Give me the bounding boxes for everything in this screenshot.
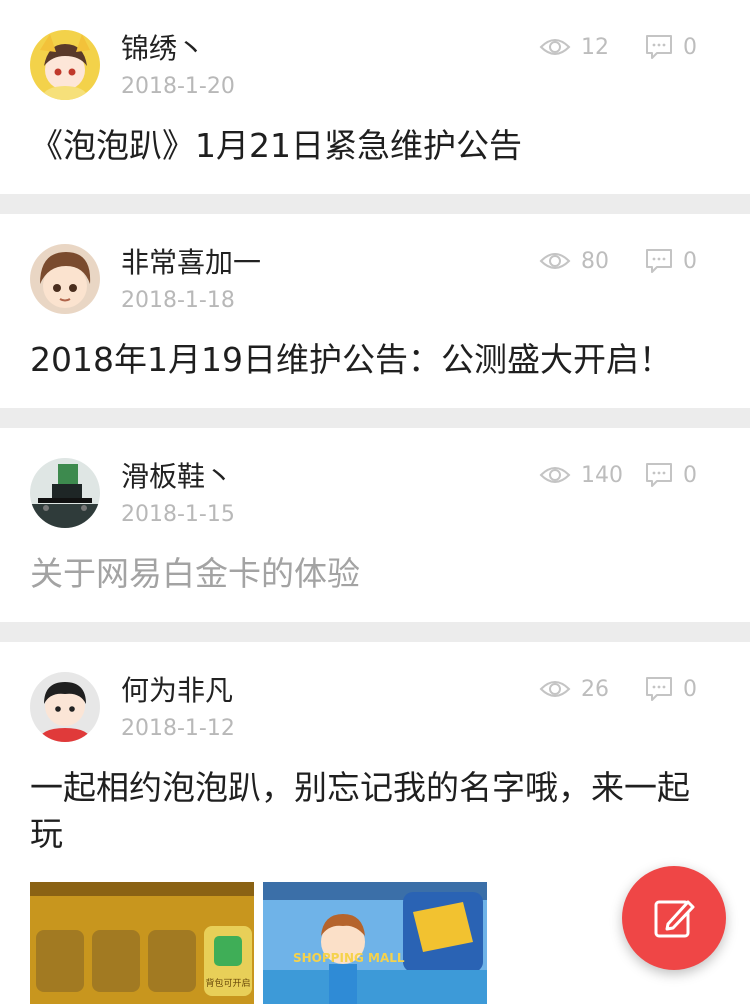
svg-text:背包可开启: 背包可开启: [205, 977, 250, 989]
post-title[interactable]: 关于网易白金卡的体验: [30, 551, 720, 597]
eye-icon: [539, 467, 571, 483]
post-date: 2018-1-20: [121, 74, 235, 99]
post-image-thumbnail[interactable]: 背包可开启: [30, 882, 254, 1004]
view-count: 80: [539, 246, 609, 276]
game-screenshot-bag-unlock: 背包可开启: [30, 882, 254, 1004]
svg-text:SHOPPING MALL: SHOPPING MALL: [293, 951, 405, 965]
post-title[interactable]: 一起相约泡泡趴，别忘记我的名字哦，来一起玩: [30, 765, 720, 857]
comment-count[interactable]: 0: [645, 32, 697, 62]
avatar[interactable]: [30, 30, 100, 100]
divider: [0, 194, 750, 214]
post-title[interactable]: 《泡泡趴》1月21日紧急维护公告: [30, 123, 720, 169]
edit-icon: [654, 900, 695, 938]
view-count: 26: [539, 674, 609, 704]
comment-count[interactable]: 0: [645, 246, 697, 276]
comment-count-value: 0: [683, 34, 697, 60]
view-count: 140: [539, 460, 623, 490]
divider: [0, 622, 750, 642]
post-card[interactable]: 锦绣丶 2018-1-20 12 0 《泡泡趴》1月21日紧急维护公告: [0, 0, 750, 194]
compose-button[interactable]: [622, 866, 726, 970]
post-list-page: 锦绣丶 2018-1-20 12 0 《泡泡趴》1月21日紧急维护公告 非常喜加…: [0, 0, 750, 1004]
avatar[interactable]: [30, 244, 100, 314]
post-image-thumbnail[interactable]: SHOPPING MALL: [263, 882, 487, 1004]
comment-icon: [646, 677, 672, 701]
view-count-value: 140: [581, 462, 623, 488]
view-count-value: 12: [581, 34, 609, 60]
comment-count[interactable]: 0: [645, 460, 697, 490]
comment-icon: [646, 463, 672, 487]
comment-icon: [646, 35, 672, 59]
post-date: 2018-1-18: [121, 288, 235, 313]
eye-icon: [539, 39, 571, 55]
post-card[interactable]: 滑板鞋丶 2018-1-15 140 0 关于网易白金卡的体验: [0, 428, 750, 622]
view-count-value: 26: [581, 676, 609, 702]
author-name[interactable]: 锦绣丶: [121, 32, 205, 66]
post-date: 2018-1-15: [121, 502, 235, 527]
author-name[interactable]: 滑板鞋丶: [121, 460, 233, 494]
divider: [0, 408, 750, 428]
game-screenshot-shopping-mall: SHOPPING MALL: [263, 882, 487, 1004]
post-card[interactable]: 非常喜加一 2018-1-18 80 0 2018年1月19日维护公告：公测盛大…: [0, 214, 750, 408]
author-name[interactable]: 非常喜加一: [121, 246, 261, 280]
comment-count-value: 0: [683, 676, 697, 702]
comment-count[interactable]: 0: [645, 674, 697, 704]
eye-icon: [539, 253, 571, 269]
avatar[interactable]: [30, 458, 100, 528]
comment-count-value: 0: [683, 462, 697, 488]
post-title[interactable]: 2018年1月19日维护公告：公测盛大开启！: [30, 337, 720, 383]
avatar[interactable]: [30, 672, 100, 742]
view-count: 12: [539, 32, 609, 62]
author-name[interactable]: 何为非凡: [121, 674, 233, 708]
comment-count-value: 0: [683, 248, 697, 274]
post-date: 2018-1-12: [121, 716, 235, 741]
comment-icon: [646, 249, 672, 273]
view-count-value: 80: [581, 248, 609, 274]
eye-icon: [539, 681, 571, 697]
